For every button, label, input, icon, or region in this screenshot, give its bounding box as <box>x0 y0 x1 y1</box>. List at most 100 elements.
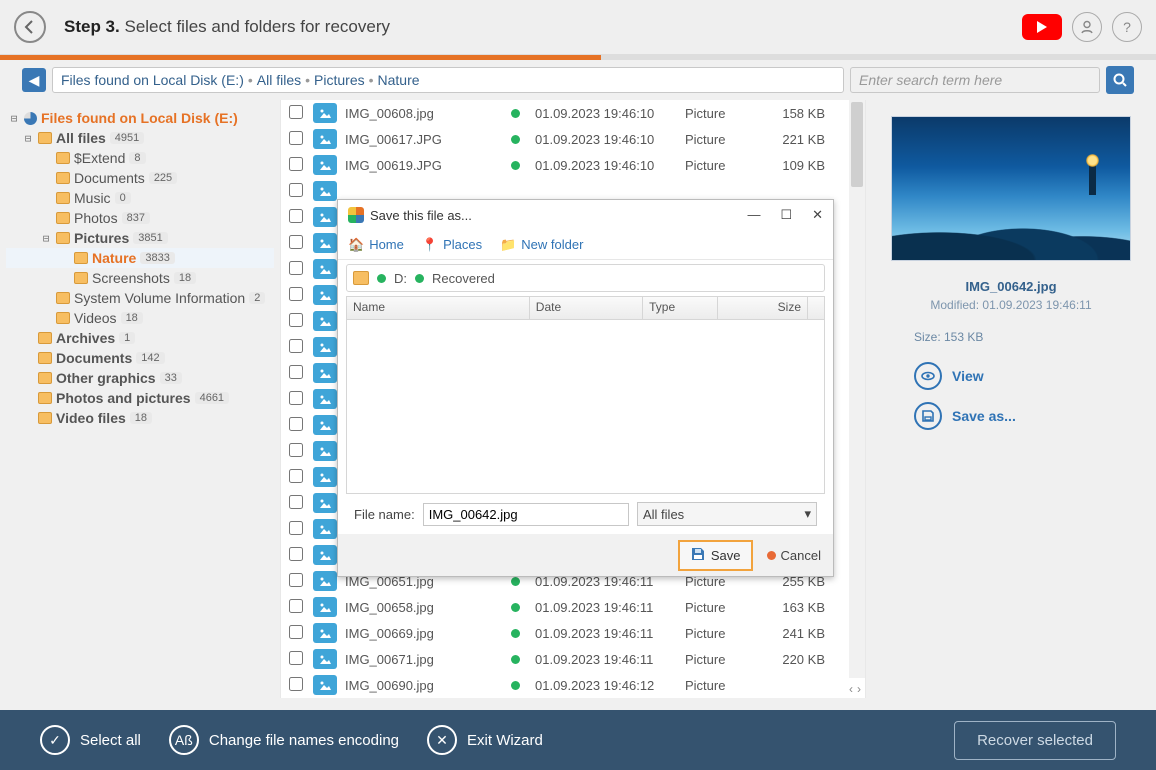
row-checkbox[interactable] <box>289 547 303 561</box>
image-icon <box>313 103 337 123</box>
encoding-icon: Aß <box>169 725 199 755</box>
table-row[interactable]: IMG_00658.jpg 01.09.2023 19:46:11 Pictur… <box>281 594 865 620</box>
check-icon: ✓ <box>40 725 70 755</box>
image-icon <box>313 649 337 669</box>
save-as-button[interactable]: Save as... <box>914 402 1016 430</box>
disk-icon <box>24 112 37 125</box>
image-icon <box>313 597 337 617</box>
row-checkbox[interactable] <box>289 443 303 457</box>
select-all-button[interactable]: ✓Select all <box>40 725 141 755</box>
row-checkbox[interactable] <box>289 157 303 171</box>
image-icon <box>313 181 337 201</box>
image-icon <box>313 519 337 539</box>
table-row[interactable]: IMG_00669.jpg 01.09.2023 19:46:11 Pictur… <box>281 620 865 646</box>
preview-modified: Modified: 01.09.2023 19:46:11 <box>930 298 1091 312</box>
row-checkbox[interactable] <box>289 599 303 613</box>
image-icon <box>313 155 337 175</box>
row-checkbox[interactable] <box>289 131 303 145</box>
table-row[interactable]: IMG_00617.JPG 01.09.2023 19:46:10 Pictur… <box>281 126 865 152</box>
page-title: Step 3. Select files and folders for rec… <box>64 17 390 37</box>
progress-bar <box>0 55 1156 60</box>
filename-label: File name: <box>354 507 415 522</box>
save-button[interactable]: Save <box>678 540 753 571</box>
image-icon <box>313 363 337 383</box>
row-checkbox[interactable] <box>289 235 303 249</box>
scrollbar-vertical[interactable] <box>849 100 865 678</box>
breadcrumb-back[interactable]: ◀ <box>22 68 46 92</box>
tree-item-nature[interactable]: Nature3833 <box>6 248 274 268</box>
home-button[interactable]: 🏠Home <box>348 237 404 253</box>
row-checkbox[interactable] <box>289 391 303 405</box>
eye-icon <box>914 362 942 390</box>
row-checkbox[interactable] <box>289 105 303 119</box>
breadcrumb[interactable]: Files found on Local Disk (E:)•All files… <box>52 67 844 93</box>
save-icon <box>914 402 942 430</box>
image-icon <box>313 233 337 253</box>
help-icon[interactable]: ? <box>1112 12 1142 42</box>
row-checkbox[interactable] <box>289 209 303 223</box>
places-icon: 📍 <box>422 237 438 253</box>
image-icon <box>313 337 337 357</box>
filename-input[interactable] <box>423 503 629 526</box>
dialog-title: Save this file as... <box>370 208 472 223</box>
folder-icon <box>353 271 369 285</box>
encoding-button[interactable]: AßChange file names encoding <box>169 725 399 755</box>
row-checkbox[interactable] <box>289 625 303 639</box>
image-icon <box>313 441 337 461</box>
row-checkbox[interactable] <box>289 365 303 379</box>
row-checkbox[interactable] <box>289 521 303 535</box>
view-button[interactable]: View <box>914 362 1016 390</box>
file-type-combo[interactable]: All files▾ <box>637 502 817 526</box>
row-checkbox[interactable] <box>289 469 303 483</box>
row-checkbox[interactable] <box>289 573 303 587</box>
close-icon: ✕ <box>427 725 457 755</box>
minimize-button[interactable]: — <box>747 207 760 223</box>
places-button[interactable]: 📍Places <box>422 237 482 253</box>
account-icon[interactable] <box>1072 12 1102 42</box>
maximize-button[interactable]: ☐ <box>780 207 792 223</box>
table-row[interactable]: IMG_00619.JPG 01.09.2023 19:46:10 Pictur… <box>281 152 865 178</box>
scrollbar-horizontal-nav[interactable]: ‹› <box>281 680 865 698</box>
save-dialog: Save this file as... — ☐ ✕ 🏠Home 📍Places… <box>337 199 834 577</box>
row-checkbox[interactable] <box>289 183 303 197</box>
table-row[interactable]: IMG_00671.jpg 01.09.2023 19:46:11 Pictur… <box>281 646 865 672</box>
image-icon <box>313 285 337 305</box>
image-icon <box>313 571 337 591</box>
row-checkbox[interactable] <box>289 287 303 301</box>
image-icon <box>313 207 337 227</box>
image-icon <box>313 311 337 331</box>
dialog-file-list[interactable] <box>346 320 825 493</box>
preview-image <box>891 116 1131 261</box>
row-checkbox[interactable] <box>289 313 303 327</box>
new-folder-button[interactable]: 📁New folder <box>500 237 583 253</box>
image-icon <box>313 415 337 435</box>
row-checkbox[interactable] <box>289 261 303 275</box>
image-icon <box>313 129 337 149</box>
row-checkbox[interactable] <box>289 339 303 353</box>
row-checkbox[interactable] <box>289 417 303 431</box>
folder-tree[interactable]: ⊟Files found on Local Disk (E:) ⊟All fil… <box>0 100 280 698</box>
image-icon <box>313 467 337 487</box>
search-button[interactable] <box>1106 66 1134 94</box>
location-bar[interactable]: D: Recovered <box>346 264 825 292</box>
folder-icon <box>38 132 52 144</box>
row-checkbox[interactable] <box>289 495 303 509</box>
table-row[interactable]: IMG_00608.jpg 01.09.2023 19:46:10 Pictur… <box>281 100 865 126</box>
app-icon <box>348 207 364 223</box>
cancel-button[interactable]: Cancel <box>767 548 821 563</box>
youtube-icon[interactable] <box>1022 14 1062 40</box>
row-checkbox[interactable] <box>289 651 303 665</box>
dialog-columns[interactable]: Name Date Type Size <box>346 296 825 320</box>
preview-filename: IMG_00642.jpg <box>965 279 1056 294</box>
recover-button[interactable]: Recover selected <box>954 721 1116 760</box>
exit-button[interactable]: ✕Exit Wizard <box>427 725 543 755</box>
image-icon <box>313 623 337 643</box>
back-button[interactable] <box>14 11 46 43</box>
image-icon <box>313 493 337 513</box>
search-input[interactable]: Enter search term here <box>850 67 1100 93</box>
new-folder-icon: 📁 <box>500 237 516 253</box>
home-icon: 🏠 <box>348 237 364 253</box>
close-button[interactable]: ✕ <box>812 207 823 223</box>
save-icon <box>690 546 706 565</box>
preview-size: Size: 153 KB <box>914 330 983 344</box>
